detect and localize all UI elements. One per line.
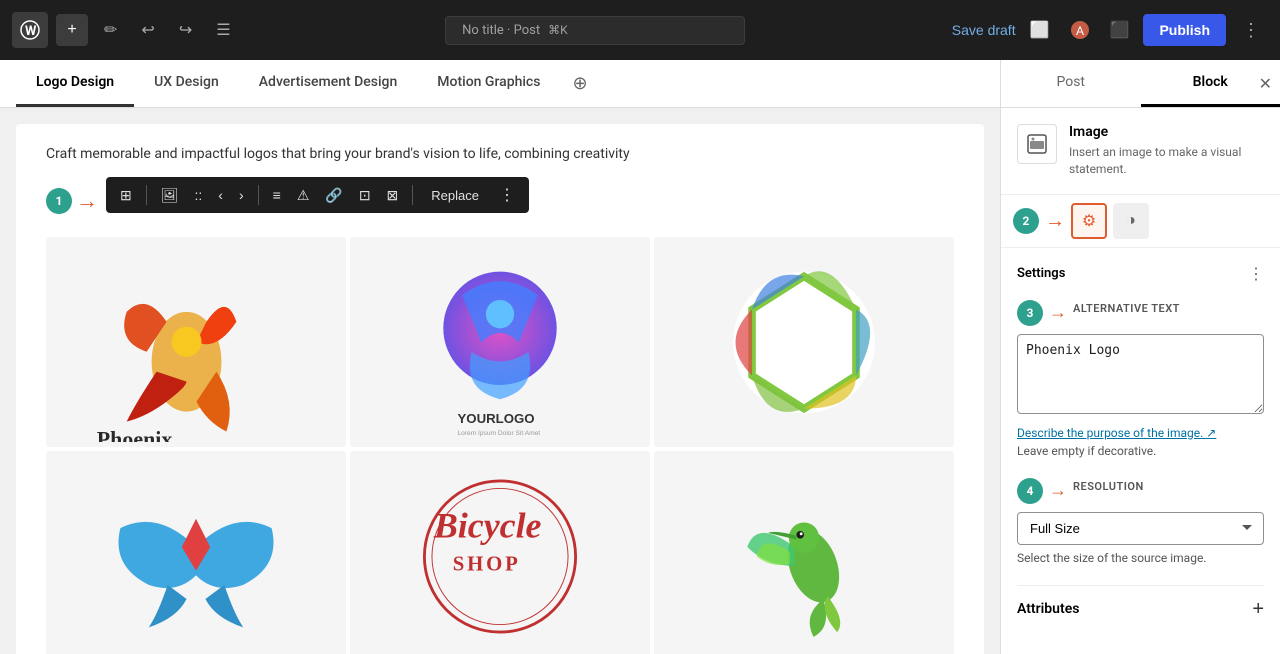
redo-button[interactable]: ↪	[171, 14, 200, 46]
resolution-group: 4 → RESOLUTION Full Size Large Medium Th…	[1017, 478, 1264, 565]
gallery-item-3[interactable]	[654, 237, 954, 447]
post-title-field[interactable]: No title · Post ⌘K	[445, 16, 745, 45]
drag-handle[interactable]: ::	[189, 183, 209, 207]
step-3-indicator: 3	[1017, 300, 1043, 326]
tab-logo-design[interactable]: Logo Design	[16, 60, 134, 107]
attributes-add-button[interactable]: +	[1252, 598, 1264, 621]
step-1-arrow: →	[76, 188, 98, 214]
alt-text-group: 3 → ALTERNATIVE TEXT Describe the purpos…	[1017, 300, 1264, 458]
next-btn[interactable]: ›	[233, 183, 250, 207]
block-desc-text: Insert an image to make a visual stateme…	[1069, 144, 1264, 178]
attributes-label: Attributes	[1017, 601, 1079, 617]
logo-bicycle-svg: Bicycle SHOP	[365, 462, 635, 651]
settings-title: Settings	[1017, 266, 1065, 281]
block-info: Image Insert an image to make a visual s…	[1001, 108, 1280, 195]
toolbar-more-button[interactable]: ⋮	[493, 181, 521, 209]
step-2-arrow: →	[1045, 208, 1065, 233]
image-view-button[interactable]: ⊞	[114, 183, 138, 208]
gallery-item-4[interactable]	[46, 451, 346, 654]
settings-header: Settings ⋮	[1017, 264, 1264, 284]
step-2-indicator: 2	[1013, 208, 1039, 234]
logo-hummingbird-svg	[669, 462, 939, 651]
avatar-button[interactable]: A	[1064, 14, 1096, 46]
tab-ux-design[interactable]: UX Design	[134, 60, 239, 107]
gallery-item-1[interactable]: Phoenix flying magic bird	[46, 237, 346, 447]
post-title-text: No title · Post	[462, 23, 540, 38]
block-icon	[1017, 124, 1057, 164]
step-4-arrow: →	[1049, 480, 1067, 501]
gallery-item-6[interactable]	[654, 451, 954, 654]
content-area: Craft memorable and impactful logos that…	[16, 124, 984, 654]
align-btn[interactable]: ≡	[267, 183, 287, 207]
logo-yourlogo-svg: YOURLOGO Lorem Ipsum Dolor Sit Amet	[365, 248, 635, 437]
alert-btn[interactable]: ⚠	[291, 183, 316, 208]
add-block-button[interactable]: +	[56, 14, 88, 46]
step-3-arrow: →	[1049, 302, 1067, 323]
gallery-item-2[interactable]: YOURLOGO Lorem Ipsum Dolor Sit Amet	[350, 237, 650, 447]
alt-text-label: ALTERNATIVE TEXT	[1073, 302, 1180, 315]
toolbar-right: Save draft ⬜ A ⬛ Publish ⋮	[952, 14, 1268, 46]
expand-btn[interactable]: ⊠	[381, 183, 405, 208]
image-toolbar: ⊞ 🖼 :: ‹ › ≡ ⚠ 🔗 ⊡ ⊠ Replace ⋮	[106, 177, 529, 213]
list-view-button[interactable]: ☰	[208, 14, 238, 46]
save-draft-button[interactable]: Save draft	[952, 22, 1016, 38]
logo-hexflower-svg	[669, 248, 939, 437]
attributes-row: Attributes +	[1017, 585, 1264, 633]
panel-close-button[interactable]: ✕	[1259, 74, 1272, 94]
add-tab-button[interactable]: ⊕	[564, 65, 595, 102]
tab-post[interactable]: Post	[1001, 60, 1141, 107]
image-btn-2[interactable]: 🖼	[155, 183, 185, 208]
more-options-button[interactable]: ⋮	[1234, 16, 1268, 45]
content-description: Craft memorable and impactful logos that…	[46, 144, 954, 165]
toolbar-separator-3	[412, 185, 413, 205]
tab-motion-graphics[interactable]: Motion Graphics	[417, 60, 560, 107]
step-1-indicator: 1	[46, 188, 72, 214]
resolution-select[interactable]: Full Size Large Medium Thumbnail	[1017, 512, 1264, 545]
gallery-item-5[interactable]: Bicycle SHOP	[350, 451, 650, 654]
svg-text:A: A	[1076, 24, 1084, 38]
settings-contrast-button[interactable]: ◑	[1113, 203, 1149, 239]
toolbar-separator-2	[258, 185, 259, 205]
svg-text:Lorem Ipsum Dolor Sit Amet: Lorem Ipsum Dolor Sit Amet	[457, 430, 540, 437]
settings-gear-button[interactable]: ⚙	[1071, 203, 1107, 239]
main-layout: Logo Design UX Design Advertisement Desi…	[0, 60, 1280, 654]
resolution-label: RESOLUTION	[1073, 480, 1144, 493]
svg-text:W: W	[25, 24, 37, 39]
tab-advertisement-design[interactable]: Advertisement Design	[239, 60, 418, 107]
wp-logo: W	[12, 12, 48, 48]
panel-tabs: Post Block ✕	[1001, 60, 1280, 108]
publish-button[interactable]: Publish	[1143, 14, 1226, 46]
link-btn[interactable]: 🔗	[319, 183, 348, 208]
tools-button[interactable]: ✏	[96, 14, 125, 46]
prev-btn[interactable]: ‹	[212, 183, 229, 207]
logo-birdwings-svg	[61, 462, 331, 651]
undo-button[interactable]: ↩	[133, 14, 162, 46]
settings-icons-row: 2 → ⚙ ◑	[1001, 195, 1280, 248]
right-panel: Post Block ✕ Image Insert an image to ma…	[1000, 60, 1280, 654]
editor-area: Logo Design UX Design Advertisement Desi…	[0, 60, 1000, 654]
resolution-desc: Select the size of the source image.	[1017, 551, 1264, 565]
svg-text:Phoenix: Phoenix	[96, 427, 172, 442]
shortcut-hint: ⌘K	[548, 23, 568, 37]
svg-text:SHOP: SHOP	[453, 552, 521, 575]
tabs-bar: Logo Design UX Design Advertisement Desi…	[0, 60, 1000, 108]
editor-toggle-button[interactable]: ⬛	[1104, 14, 1136, 46]
alt-text-note: Leave empty if decorative.	[1017, 444, 1264, 458]
settings-more-button[interactable]: ⋮	[1248, 264, 1264, 284]
svg-text:YOURLOGO: YOURLOGO	[457, 410, 534, 425]
logo-phoenix-svg: Phoenix flying magic bird	[54, 242, 339, 442]
toolbar-separator-1	[146, 185, 147, 205]
crop-btn[interactable]: ⊡	[353, 183, 377, 208]
top-bar: W + ✏ ↩ ↪ ☰ No title · Post ⌘K Save draf…	[0, 0, 1280, 60]
alt-text-link[interactable]: Describe the purpose of the image. ↗	[1017, 426, 1264, 440]
block-title: Image	[1069, 124, 1264, 140]
replace-button[interactable]: Replace	[421, 184, 489, 207]
settings-content: Settings ⋮ 3 → ALTERNATIVE TEXT Describe…	[1001, 248, 1280, 654]
preview-button[interactable]: ⬜	[1024, 14, 1056, 46]
alt-text-input[interactable]	[1017, 334, 1264, 414]
gallery-grid: Phoenix flying magic bird	[46, 237, 954, 654]
block-description: Image Insert an image to make a visual s…	[1069, 124, 1264, 178]
step-4-indicator: 4	[1017, 478, 1043, 504]
title-area: No title · Post ⌘K	[247, 16, 944, 45]
